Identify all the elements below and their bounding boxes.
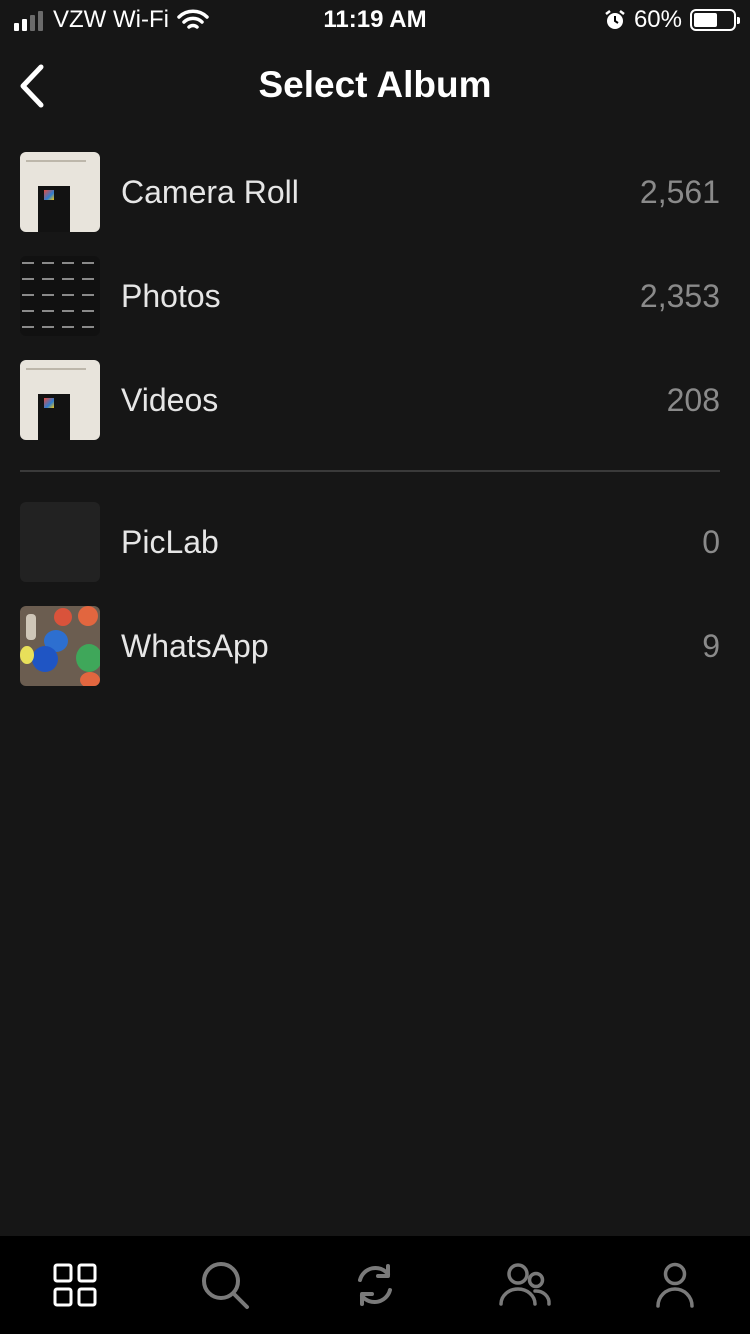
album-row-whatsapp[interactable]: WhatsApp 9	[20, 594, 720, 698]
status-bar: VZW Wi-Fi 11:19 AM 60%	[0, 0, 750, 40]
album-count: 2,353	[639, 277, 720, 314]
album-count: 208	[666, 381, 720, 418]
album-thumbnail	[20, 256, 100, 336]
tab-search[interactable]	[185, 1245, 265, 1325]
album-thumbnail	[20, 606, 100, 686]
tab-albums[interactable]	[35, 1245, 115, 1325]
album-name: WhatsApp	[121, 627, 269, 664]
album-row-videos[interactable]: Videos 208	[20, 348, 720, 452]
section-divider	[20, 470, 720, 472]
nav-header: Select Album	[0, 46, 750, 126]
album-name: Camera Roll	[121, 173, 299, 210]
album-thumbnail	[20, 152, 100, 232]
tab-bar	[0, 1236, 750, 1334]
tab-sync[interactable]	[335, 1245, 415, 1325]
grid-icon	[53, 1263, 97, 1307]
album-count: 9	[702, 627, 720, 664]
page-title: Select Album	[258, 64, 492, 105]
album-name: PicLab	[121, 523, 219, 560]
alarm-icon	[605, 10, 625, 29]
album-thumbnail	[20, 360, 100, 440]
album-row-camera-roll[interactable]: Camera Roll 2,561	[20, 140, 720, 244]
album-count: 0	[702, 523, 720, 560]
album-count: 2,561	[639, 173, 720, 210]
refresh-icon	[358, 1264, 392, 1306]
battery-icon	[690, 9, 740, 31]
album-name: Videos	[121, 381, 219, 418]
album-name: Photos	[121, 277, 221, 314]
search-icon	[202, 1262, 249, 1309]
profile-icon	[656, 1262, 694, 1308]
battery-percent: 60%	[633, 6, 682, 33]
people-icon	[499, 1263, 551, 1306]
album-row-photos[interactable]: Photos 2,353	[20, 244, 720, 348]
album-row-piclab[interactable]: PicLab 0	[20, 490, 720, 594]
tab-profile[interactable]	[635, 1245, 715, 1325]
album-list: Camera Roll 2,561 Photos 2,353 Videos 20…	[20, 140, 720, 698]
album-thumbnail	[20, 502, 100, 582]
tab-people[interactable]	[485, 1245, 565, 1325]
